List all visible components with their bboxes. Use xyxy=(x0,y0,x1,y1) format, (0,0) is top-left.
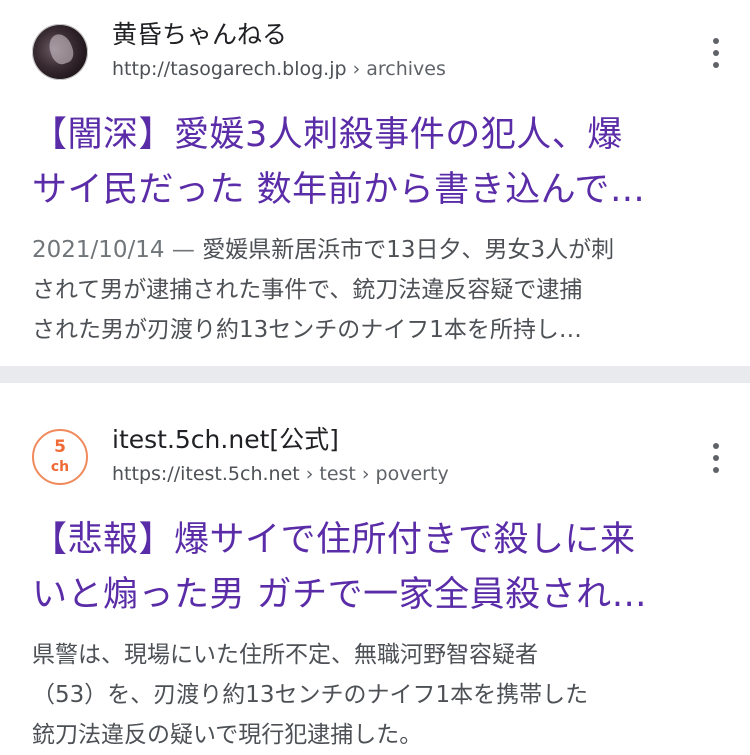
result-snippet: 県警は、現場にいた住所不定、無職河野智容疑者 （53）を、刃渡り約13センチのナ… xyxy=(32,635,722,755)
snippet-line: 県警は、現場にいた住所不定、無職河野智容疑者 xyxy=(32,642,538,668)
url-base: http://tasogarech.blog.jp xyxy=(112,58,347,80)
search-result-1: 黄昏ちゃんねる http://tasogarech.blog.jp › arch… xyxy=(0,0,750,366)
more-options-icon[interactable] xyxy=(704,443,728,473)
site-url: http://tasogarech.blog.jp › archives xyxy=(112,56,446,82)
result-header[interactable]: 5 ch itest.5ch.net[公式] https://itest.5ch… xyxy=(32,421,719,491)
snippet-line: された男が刃渡り約13センチのナイフ1本を所持し… xyxy=(32,317,582,343)
site-name: itest.5ch.net[公式] xyxy=(112,425,339,454)
result-snippet: 2021/10/14 — 愛媛県新居浜市で13日夕、男女3人が刺 されて男が逮捕… xyxy=(32,230,722,350)
result-header[interactable]: 黄昏ちゃんねる http://tasogarech.blog.jp › arch… xyxy=(32,16,719,86)
snippet-line: 銃刀法違反の疑いで現行犯逮捕した。 xyxy=(32,722,423,748)
snippet-line: （53）を、刃渡り約13センチのナイフ1本を携帯した xyxy=(32,682,589,708)
snippet-text: 愛媛県新居浜市で13日夕、男女3人が刺 xyxy=(202,237,615,263)
site-favicon: 5 ch xyxy=(32,429,88,485)
site-url: https://itest.5ch.net › test › poverty xyxy=(112,461,449,487)
search-result-2: 5 ch itest.5ch.net[公式] https://itest.5ch… xyxy=(0,383,750,748)
site-favicon xyxy=(32,24,88,80)
result-title-link[interactable]: 【悲報】爆サイで住所付きで殺しに来 いと煽った男 ガチで一家全員殺され… xyxy=(32,513,722,623)
title-line: いと煽った男 ガチで一家全員殺され… xyxy=(32,575,648,615)
title-line: サイ民だった 数年前から書き込んで… xyxy=(32,170,646,210)
snippet-line: されて男が逮捕された事件で、銃刀法違反容疑で逮捕 xyxy=(32,277,583,303)
title-line: 【闇深】愛媛3人刺殺事件の犯人、爆 xyxy=(32,115,623,155)
result-separator xyxy=(0,366,750,383)
title-line: 【悲報】爆サイで住所付きで殺しに来 xyxy=(32,520,636,560)
favicon-glyph: ch xyxy=(50,459,70,475)
url-breadcrumb: › test › poverty xyxy=(299,463,449,485)
result-title-link[interactable]: 【闇深】愛媛3人刺殺事件の犯人、爆 サイ民だった 数年前から書き込んで… xyxy=(32,108,722,218)
site-name: 黄昏ちゃんねる xyxy=(112,20,288,49)
more-options-icon[interactable] xyxy=(704,38,728,68)
favicon-glyph: 5 xyxy=(54,437,66,457)
url-breadcrumb: › archives xyxy=(346,58,446,80)
url-base: https://itest.5ch.net xyxy=(112,463,300,485)
result-date: 2021/10/14 — xyxy=(32,237,203,263)
